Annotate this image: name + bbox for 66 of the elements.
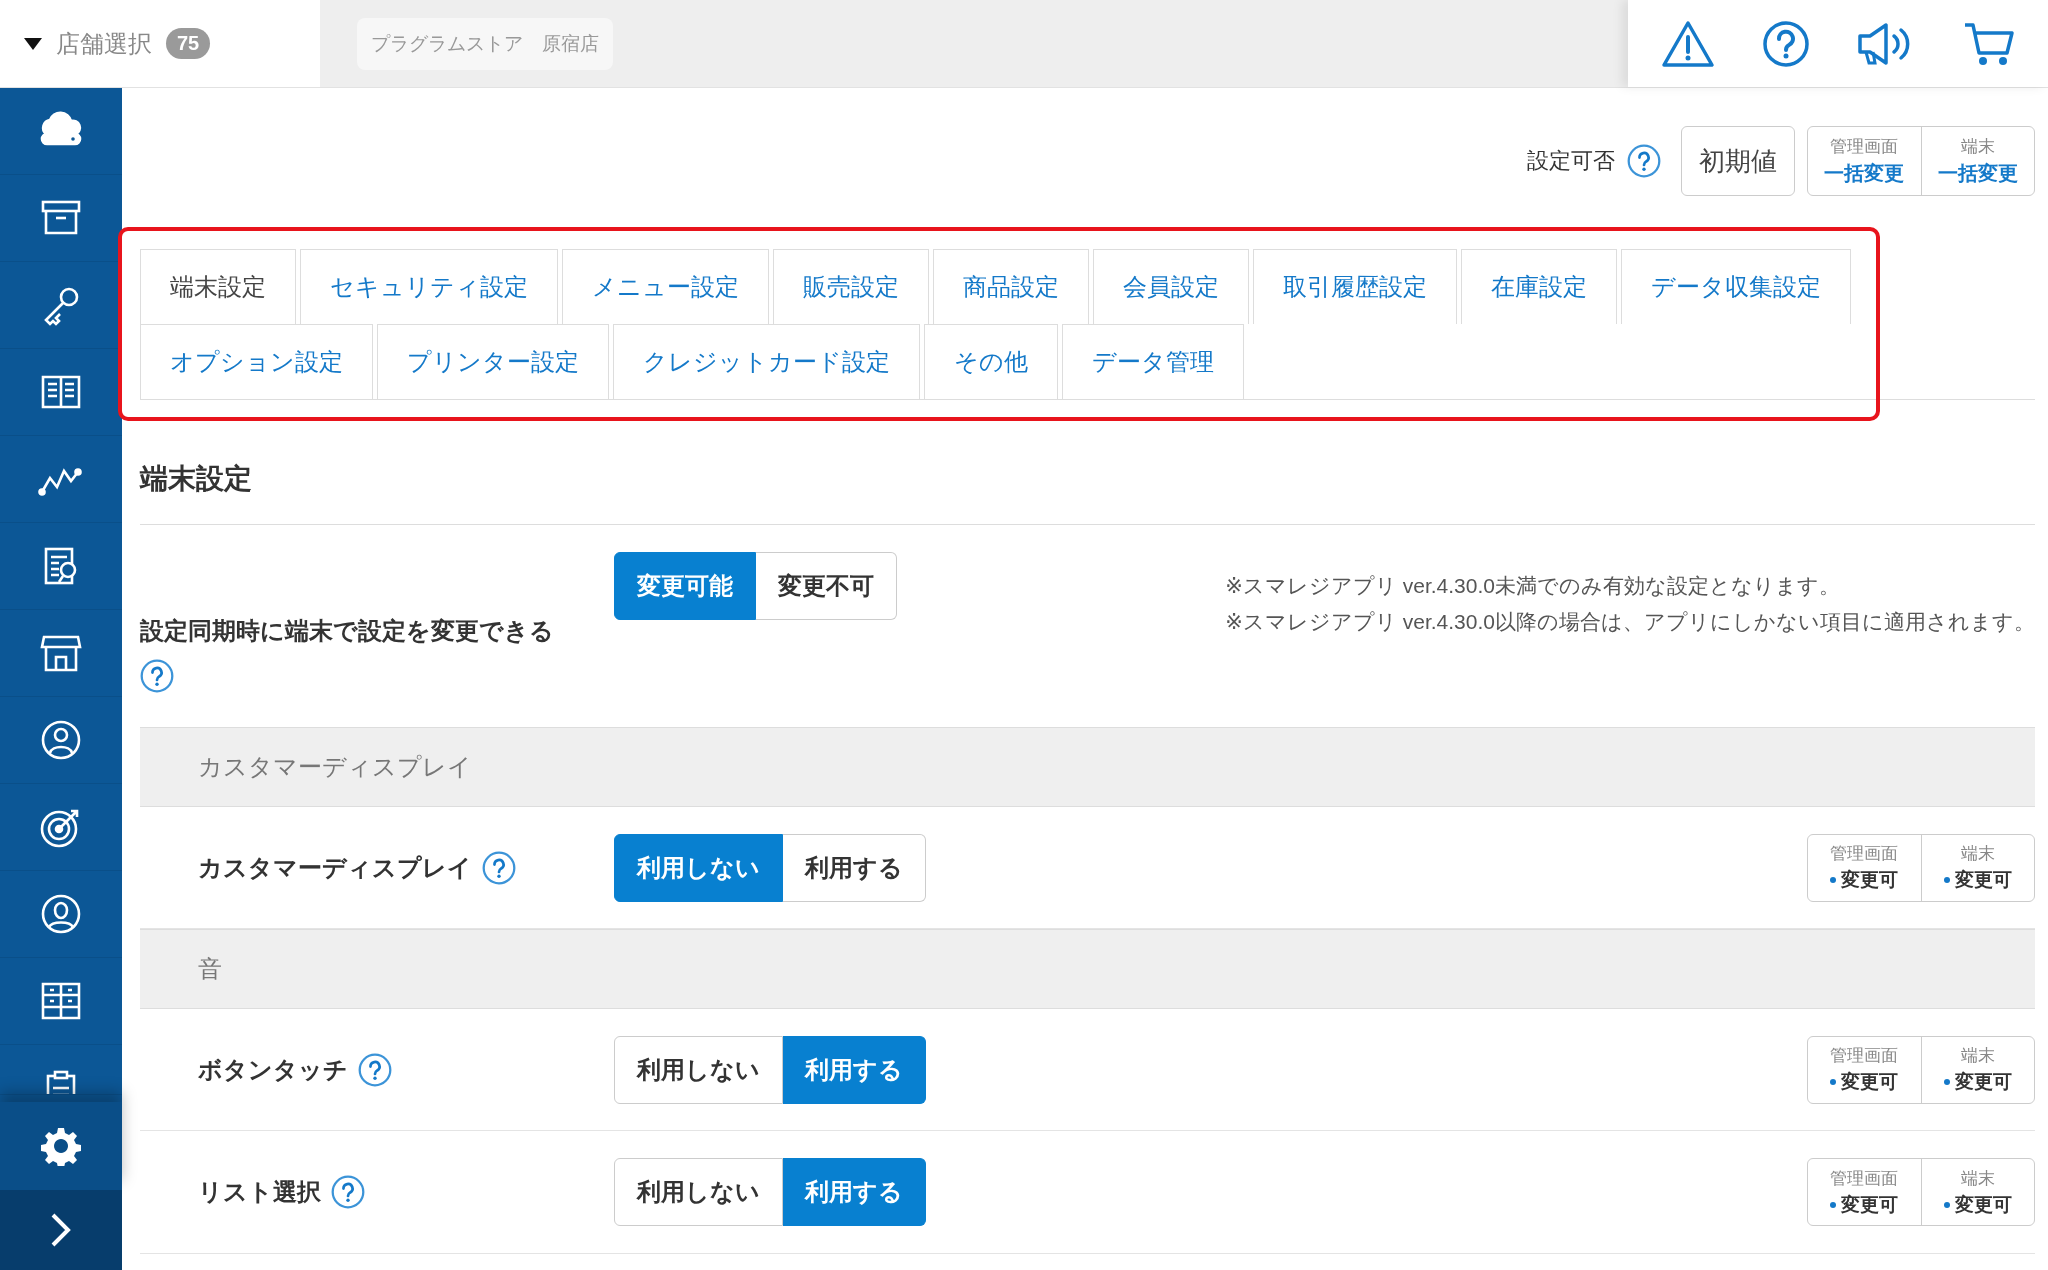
tab[interactable]: クレジットカード設定 bbox=[613, 324, 920, 399]
bullet-icon bbox=[1943, 1079, 1950, 1085]
help-icon[interactable] bbox=[331, 1175, 365, 1209]
setting-label: リスト選択 bbox=[198, 1177, 321, 1207]
toggle-option[interactable]: 変更不可 bbox=[756, 552, 897, 620]
tab[interactable]: 会員設定 bbox=[1093, 249, 1249, 324]
store-name: プラグラムストア 原宿店 bbox=[357, 17, 613, 70]
toggle-option[interactable]: 利用しない bbox=[614, 1035, 783, 1104]
setting-label: カスタマーディスプレイ bbox=[198, 852, 472, 883]
permission-value: 変更可 bbox=[1954, 1070, 2012, 1094]
setting-label: 設定同期時に端末で設定を変更できる bbox=[140, 616, 555, 646]
caret-icon bbox=[24, 37, 42, 50]
section-title: 端末設定 bbox=[140, 400, 2035, 525]
toggle-option[interactable]: 利用しない bbox=[614, 833, 783, 902]
permission-title: 端末 bbox=[1960, 1167, 1995, 1190]
note-text: ※スマレジアプリ ver.4.30.0以降の場合は、アプリにしかない項目に適用されます。 bbox=[1225, 609, 2035, 635]
permission-title: 端末 bbox=[1960, 1045, 1995, 1067]
bullet-icon bbox=[1943, 1201, 1950, 1208]
permission-value: 変更可 bbox=[1841, 1192, 1899, 1217]
note-text: ※スマレジアプリ ver.4.30.0未満でのみ有効な設定となります。 bbox=[1225, 573, 1841, 599]
group-title: 音 bbox=[198, 954, 222, 984]
toggle-option[interactable]: 利用する bbox=[783, 1035, 926, 1104]
tab[interactable]: セキュリティ設定 bbox=[300, 249, 558, 324]
tab[interactable]: 商品設定 bbox=[933, 249, 1089, 324]
tab[interactable]: 端末設定 bbox=[140, 249, 296, 324]
permission-title: 管理画面 bbox=[1830, 1045, 1899, 1067]
tab[interactable]: データ管理 bbox=[1062, 324, 1244, 399]
count-badge: 75 bbox=[166, 28, 211, 59]
help-icon[interactable] bbox=[1627, 144, 1661, 178]
setting-label: ボタンタッチ bbox=[198, 1054, 348, 1085]
help-icon[interactable] bbox=[140, 659, 174, 693]
bulk-change-button[interactable]: 端末 一括変更 bbox=[1920, 127, 2034, 195]
permission-value: 変更可 bbox=[1954, 1192, 2012, 1217]
tab[interactable]: 販売設定 bbox=[773, 249, 929, 324]
settings-icon[interactable] bbox=[41, 1126, 81, 1166]
bullet-icon bbox=[1830, 877, 1837, 883]
bulk-change-button[interactable]: 管理画面 一括変更 bbox=[1808, 127, 1921, 195]
help-icon[interactable] bbox=[358, 1052, 392, 1087]
tab[interactable]: プリンター設定 bbox=[377, 324, 609, 399]
bullet-icon bbox=[1943, 877, 1950, 883]
bullet-icon bbox=[1830, 1201, 1837, 1208]
permission-title: 端末 bbox=[1960, 843, 1995, 865]
chevron-right-icon[interactable] bbox=[49, 1212, 73, 1248]
permission-title: 管理画面 bbox=[1830, 843, 1899, 865]
tab[interactable]: 取引履歴設定 bbox=[1253, 249, 1457, 324]
group-title: カスタマーディスプレイ bbox=[198, 752, 472, 782]
tab[interactable]: 在庫設定 bbox=[1461, 249, 1617, 324]
help-icon[interactable] bbox=[1761, 19, 1810, 68]
store-selector[interactable]: 店舗選択 75 bbox=[0, 0, 320, 87]
reset-button[interactable]: 初期値 bbox=[1681, 126, 1795, 196]
setting-permission-label: 設定可否 bbox=[1527, 147, 1615, 175]
permission-value: 変更可 bbox=[1841, 1070, 1899, 1094]
permission-value: 変更可 bbox=[1841, 868, 1899, 892]
tab[interactable]: オプション設定 bbox=[140, 324, 373, 399]
help-icon[interactable] bbox=[482, 850, 516, 885]
tab[interactable]: その他 bbox=[924, 324, 1058, 399]
toggle-option[interactable]: 利用しない bbox=[614, 1158, 783, 1226]
toggle-option[interactable]: 変更可能 bbox=[614, 552, 756, 620]
permission-value: 変更可 bbox=[1954, 868, 2012, 892]
toggle-option[interactable]: 利用する bbox=[783, 833, 926, 902]
bullet-icon bbox=[1830, 1079, 1837, 1085]
permission-title: 管理画面 bbox=[1830, 1167, 1899, 1190]
tab[interactable]: メニュー設定 bbox=[562, 249, 769, 324]
toggle-option[interactable]: 利用する bbox=[783, 1158, 926, 1226]
tab[interactable]: データ収集設定 bbox=[1621, 249, 1851, 324]
warning-icon[interactable] bbox=[1661, 19, 1716, 68]
